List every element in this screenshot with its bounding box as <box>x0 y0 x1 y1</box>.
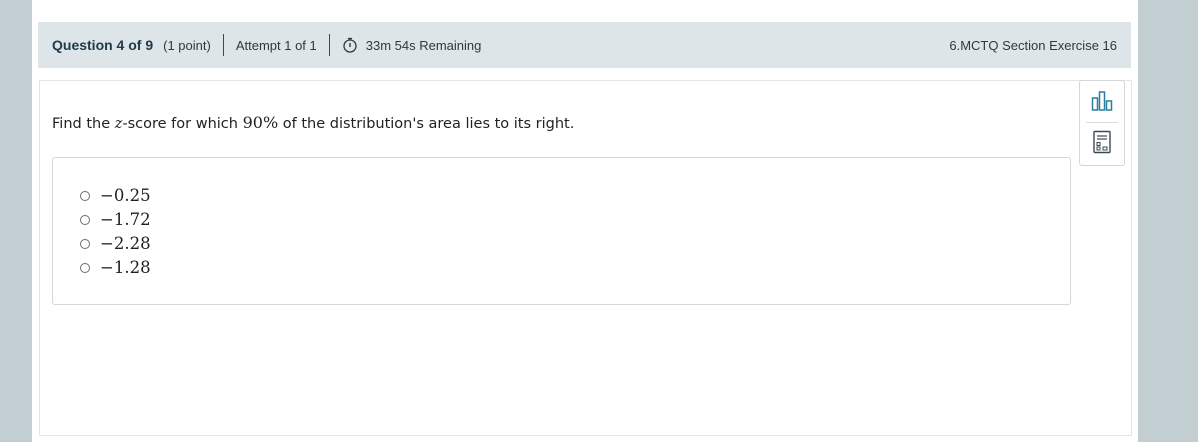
percent-value: 90% <box>242 113 279 132</box>
question-header: Question 4 of 9 (1 point) Attempt 1 of 1… <box>38 22 1131 68</box>
statistics-tool-button[interactable] <box>1080 83 1124 123</box>
question-text: Find the z-score for which 90% of the di… <box>52 113 574 132</box>
timer: 33m 54s Remaining <box>342 37 482 53</box>
radio-button[interactable] <box>80 214 90 225</box>
time-remaining: 33m 54s Remaining <box>365 37 482 53</box>
header-divider <box>328 34 330 56</box>
exercise-title: 6.MCTQ Section Exercise 16 <box>949 37 1117 53</box>
calculator-icon <box>1092 130 1112 159</box>
tool-panel <box>1079 80 1125 166</box>
answer-option[interactable]: −1.72 <box>80 210 151 229</box>
question-text-part: Find the <box>52 116 115 132</box>
page: Question 4 of 9 (1 point) Attempt 1 of 1… <box>32 0 1138 442</box>
question-text-part: -score for which <box>122 116 243 132</box>
question-text-part: of the distribution's area lies to its r… <box>278 116 575 132</box>
answer-options: −0.25 −1.72 −2.28 −1.28 <box>52 157 1071 305</box>
answer-option[interactable]: −1.28 <box>80 258 151 277</box>
bar-chart-icon <box>1090 89 1114 118</box>
question-number: Question 4 of 9 <box>52 37 154 53</box>
radio-button[interactable] <box>80 190 90 201</box>
calculator-tool-button[interactable] <box>1080 124 1124 164</box>
option-label: −1.28 <box>100 258 151 277</box>
option-label: −1.72 <box>100 210 151 229</box>
stopwatch-icon <box>342 37 358 53</box>
header-divider <box>222 34 224 56</box>
option-label: −0.25 <box>100 186 151 205</box>
answer-option[interactable]: −0.25 <box>80 186 151 205</box>
attempt-count: Attempt 1 of 1 <box>235 37 317 53</box>
radio-button[interactable] <box>80 238 90 249</box>
option-label: −2.28 <box>100 234 151 253</box>
question-content: Find the z-score for which 90% of the di… <box>39 80 1132 436</box>
radio-button[interactable] <box>80 262 90 273</box>
tool-divider <box>1086 122 1118 123</box>
answer-option[interactable]: −2.28 <box>80 234 151 253</box>
question-points: (1 point) <box>163 37 211 53</box>
